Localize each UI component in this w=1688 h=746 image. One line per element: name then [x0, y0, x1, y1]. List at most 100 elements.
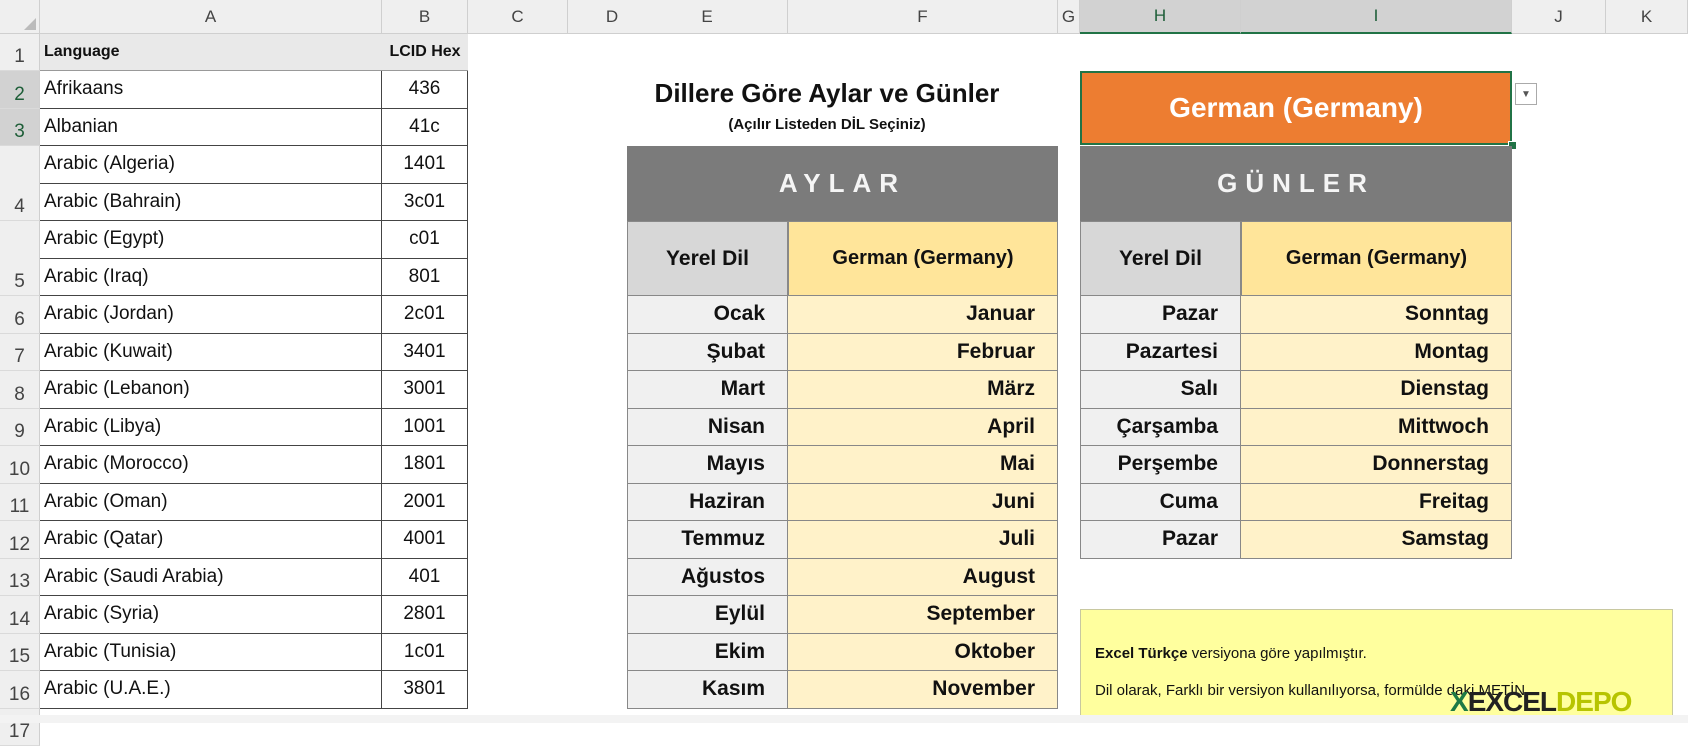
aylar-local-header[interactable]: Yerel Dil [627, 221, 788, 296]
row-header-4[interactable]: 4 [0, 146, 40, 221]
language-cell[interactable]: Arabic (Egypt) [40, 221, 382, 259]
column-header-g[interactable]: G [1058, 0, 1080, 34]
language-cell[interactable]: Arabic (Syria) [40, 596, 382, 634]
aylar-foreign-header[interactable]: German (Germany) [788, 221, 1058, 296]
column-header-i[interactable]: I [1241, 0, 1512, 34]
column-header-b[interactable]: B [382, 0, 468, 34]
lcid-hex-cell[interactable]: 801 [382, 258, 468, 296]
language-cell[interactable]: Arabic (Algeria) [40, 146, 382, 184]
aylar-local-cell[interactable]: Nisan [627, 408, 788, 446]
page-subtitle[interactable]: (Açılır Listeden DİL Seçiniz) [627, 116, 1027, 133]
page-title[interactable]: Dillere Göre Aylar ve Günler [627, 78, 1027, 109]
gunler-local-cell[interactable]: Pazartesi [1080, 333, 1241, 371]
language-cell[interactable]: Afrikaans [40, 71, 382, 109]
lcid-hex-cell[interactable]: 3001 [382, 371, 468, 409]
lcid-hex-cell[interactable]: 2801 [382, 596, 468, 634]
row-header-13[interactable]: 13 [0, 559, 40, 596]
gunler-foreign-cell[interactable]: Montag [1241, 333, 1512, 371]
language-cell[interactable]: Arabic (Iraq) [40, 258, 382, 296]
lcid-hex-cell[interactable]: 2c01 [382, 296, 468, 334]
aylar-local-cell[interactable]: Şubat [627, 333, 788, 371]
lcid-hex-cell[interactable]: 3401 [382, 333, 468, 371]
language-cell[interactable]: Arabic (Saudi Arabia) [40, 558, 382, 596]
row-header-15[interactable]: 15 [0, 634, 40, 671]
row-header-7[interactable]: 7 [0, 334, 40, 371]
aylar-foreign-cell[interactable]: September [788, 596, 1058, 634]
aylar-local-cell[interactable]: Ocak [627, 296, 788, 334]
aylar-local-cell[interactable]: Ekim [627, 633, 788, 671]
language-cell[interactable]: Arabic (Lebanon) [40, 371, 382, 409]
header-lcid-hex[interactable]: LCID Hex [382, 34, 468, 71]
row-header-9[interactable]: 9 [0, 409, 40, 446]
spreadsheet[interactable]: A B C D E F G H I J K 1 2 3 4 5 6 7 8 9 … [0, 0, 1688, 746]
gunler-local-cell[interactable]: Salı [1080, 371, 1241, 409]
aylar-local-cell[interactable]: Kasım [627, 671, 788, 709]
language-cell[interactable]: Arabic (Tunisia) [40, 633, 382, 671]
row-header-14[interactable]: 14 [0, 596, 40, 634]
gunler-local-cell[interactable]: Pazar [1080, 296, 1241, 334]
aylar-local-cell[interactable]: Mart [627, 371, 788, 409]
aylar-foreign-cell[interactable]: November [788, 671, 1058, 709]
row-header-6[interactable]: 6 [0, 296, 40, 334]
lcid-hex-cell[interactable]: 3c01 [382, 183, 468, 221]
row-header-11[interactable]: 11 [0, 484, 40, 521]
row-header-12[interactable]: 12 [0, 521, 40, 559]
aylar-foreign-cell[interactable]: April [788, 408, 1058, 446]
lcid-hex-cell[interactable]: 4001 [382, 521, 468, 559]
language-cell[interactable]: Arabic (Kuwait) [40, 333, 382, 371]
column-header-e[interactable]: E [627, 0, 788, 34]
gunler-local-cell[interactable]: Cuma [1080, 483, 1241, 521]
language-cell[interactable]: Arabic (Oman) [40, 483, 382, 521]
dropdown-button[interactable]: ▼ [1515, 83, 1537, 105]
column-header-a[interactable]: A [40, 0, 382, 34]
aylar-foreign-cell[interactable]: Mai [788, 446, 1058, 484]
lcid-hex-cell[interactable]: 1c01 [382, 633, 468, 671]
aylar-local-cell[interactable]: Temmuz [627, 521, 788, 559]
aylar-foreign-cell[interactable]: Juni [788, 483, 1058, 521]
language-cell[interactable]: Albanian [40, 108, 382, 146]
lcid-hex-cell[interactable]: 436 [382, 71, 468, 109]
aylar-local-cell[interactable]: Eylül [627, 596, 788, 634]
column-header-k[interactable]: K [1606, 0, 1688, 34]
horizontal-scrollbar[interactable] [0, 715, 1688, 723]
row-header-2[interactable]: 2 [0, 71, 40, 109]
aylar-foreign-cell[interactable]: August [788, 558, 1058, 596]
language-cell[interactable]: Arabic (Morocco) [40, 446, 382, 484]
gunler-foreign-cell[interactable]: Mittwoch [1241, 408, 1512, 446]
aylar-foreign-cell[interactable]: März [788, 371, 1058, 409]
row-header-16[interactable]: 16 [0, 671, 40, 709]
select-all-corner[interactable] [0, 0, 40, 34]
gunler-local-cell[interactable]: Pazar [1080, 521, 1241, 559]
gunler-local-cell[interactable]: Perşembe [1080, 446, 1241, 484]
gunler-foreign-cell[interactable]: Dienstag [1241, 371, 1512, 409]
column-header-c[interactable]: C [468, 0, 568, 34]
column-header-f[interactable]: F [788, 0, 1058, 34]
aylar-foreign-cell[interactable]: Oktober [788, 633, 1058, 671]
language-cell[interactable]: Arabic (Qatar) [40, 521, 382, 559]
lcid-hex-cell[interactable]: 1801 [382, 446, 468, 484]
lcid-hex-cell[interactable]: 3801 [382, 671, 468, 709]
gunler-foreign-cell[interactable]: Samstag [1241, 521, 1512, 559]
language-dropdown-cell[interactable]: German (Germany) [1080, 71, 1512, 145]
lcid-hex-cell[interactable]: c01 [382, 221, 468, 259]
column-header-h[interactable]: H [1080, 0, 1241, 34]
aylar-local-cell[interactable]: Ağustos [627, 558, 788, 596]
row-header-5[interactable]: 5 [0, 221, 40, 296]
lcid-hex-cell[interactable]: 1001 [382, 408, 468, 446]
lcid-hex-cell[interactable]: 401 [382, 558, 468, 596]
row-header-3[interactable]: 3 [0, 109, 40, 146]
lcid-hex-cell[interactable]: 1401 [382, 146, 468, 184]
language-cell[interactable]: Arabic (U.A.E.) [40, 671, 382, 709]
lcid-hex-cell[interactable]: 41c [382, 108, 468, 146]
aylar-local-cell[interactable]: Mayıs [627, 446, 788, 484]
gunler-foreign-cell[interactable]: Freitag [1241, 483, 1512, 521]
gunler-foreign-header[interactable]: German (Germany) [1241, 221, 1512, 296]
lcid-hex-cell[interactable]: 2001 [382, 483, 468, 521]
row-header-8[interactable]: 8 [0, 371, 40, 409]
gunler-foreign-cell[interactable]: Donnerstag [1241, 446, 1512, 484]
language-cell[interactable]: Arabic (Jordan) [40, 296, 382, 334]
aylar-foreign-cell[interactable]: Februar [788, 333, 1058, 371]
language-cell[interactable]: Arabic (Libya) [40, 408, 382, 446]
gunler-local-header[interactable]: Yerel Dil [1080, 221, 1241, 296]
row-header-1[interactable]: 1 [0, 34, 40, 71]
